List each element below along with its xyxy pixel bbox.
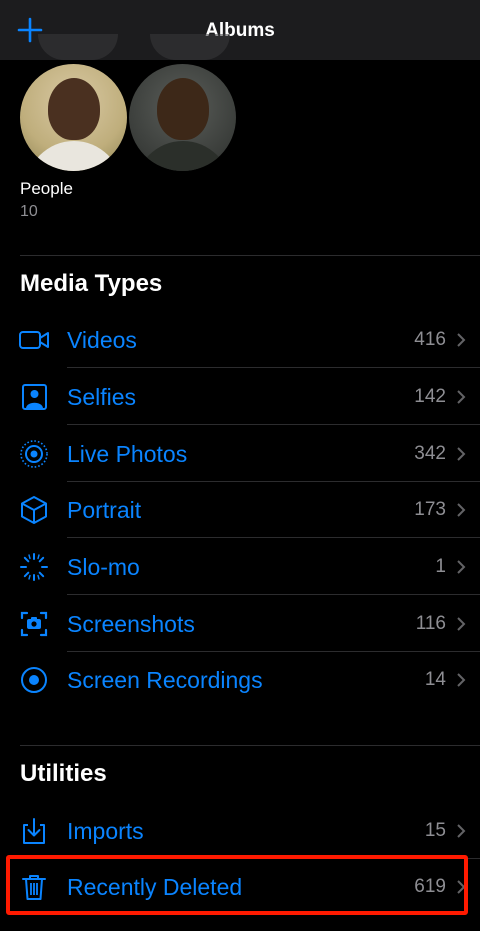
chevron-right-icon — [457, 390, 466, 404]
section-divider — [20, 745, 480, 746]
album-row-screen-recordings[interactable]: Screen Recordings 14 — [0, 652, 480, 708]
person-avatar[interactable] — [129, 64, 236, 171]
chevron-right-icon — [457, 503, 466, 517]
album-count: 342 — [414, 443, 446, 464]
album-label: Screen Recordings — [67, 667, 263, 693]
chevron-right-icon — [457, 617, 466, 631]
album-count: 14 — [424, 669, 446, 690]
album-count: 142 — [414, 386, 446, 407]
chevron-right-icon — [457, 447, 466, 461]
person-avatar[interactable] — [20, 64, 127, 171]
album-count: 173 — [414, 499, 446, 520]
album-count: 1 — [435, 556, 446, 577]
screen-record-icon — [21, 667, 47, 693]
album-row-imports[interactable]: Imports 15 — [0, 803, 480, 859]
album-row-slo-mo[interactable]: Slo-mo 1 — [0, 539, 480, 595]
slo-mo-icon — [20, 553, 48, 581]
album-row-videos[interactable]: Videos 416 — [0, 312, 480, 368]
album-label: Live Photos — [67, 441, 188, 467]
screenshot-icon — [20, 611, 48, 637]
album-row-portrait[interactable]: Portrait 173 — [0, 482, 480, 538]
album-label: Imports — [67, 818, 144, 844]
live-photo-icon — [20, 440, 48, 468]
people-label: People — [20, 179, 73, 198]
album-row-selfies[interactable]: Selfies 142 — [0, 369, 480, 425]
album-count: 416 — [414, 329, 446, 350]
utilities-heading: Utilities — [20, 760, 107, 787]
highlight-box — [6, 855, 468, 915]
video-icon — [19, 331, 49, 349]
section-divider — [20, 255, 480, 256]
album-label: Selfies — [67, 384, 137, 410]
album-row-live-photos[interactable]: Live Photos 342 — [0, 426, 480, 482]
album-count: 15 — [424, 820, 446, 841]
chevron-right-icon — [457, 824, 466, 838]
media-types-heading: Media Types — [20, 270, 163, 297]
chevron-right-icon — [457, 333, 466, 347]
album-row-screenshots[interactable]: Screenshots 116 — [0, 596, 480, 652]
album-label: Portrait — [67, 497, 142, 523]
selfie-icon — [22, 384, 47, 410]
album-count: 116 — [415, 613, 446, 634]
chevron-right-icon — [457, 560, 466, 574]
people-count: 10 — [20, 203, 38, 220]
chevron-right-icon — [457, 673, 466, 687]
import-icon — [23, 818, 45, 844]
album-label: Screenshots — [67, 611, 195, 637]
album-label: Slo-mo — [67, 554, 140, 580]
cube-icon — [21, 496, 47, 524]
album-label: Videos — [67, 327, 137, 353]
